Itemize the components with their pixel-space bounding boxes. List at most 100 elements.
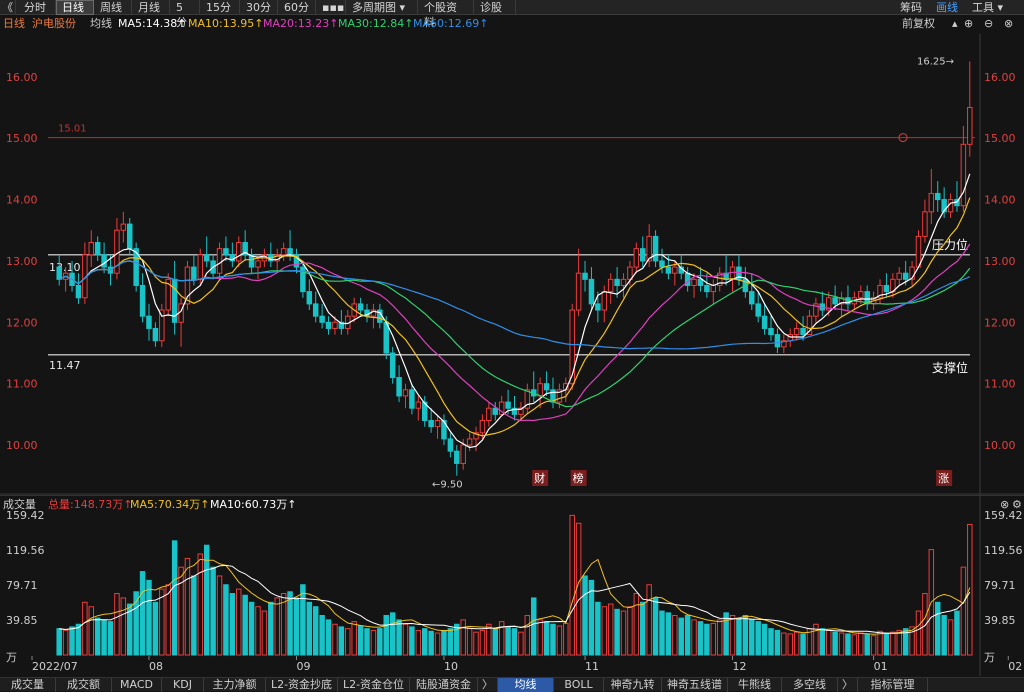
indicator-tab-5[interactable]: L2-资金抄底 [266, 678, 338, 692]
indicator-tab-4[interactable]: 主力净额 [204, 678, 266, 692]
candle-body [82, 254, 88, 299]
candle-body [710, 284, 717, 293]
candle-body [870, 297, 877, 305]
period-button-6[interactable]: 30分 [240, 0, 278, 15]
x-tick-label: 2022/07 [32, 660, 78, 673]
volume-bar [389, 612, 396, 656]
volume-bar [749, 619, 755, 656]
back-icon[interactable]: 《 [0, 0, 16, 15]
volume-bar [742, 614, 749, 656]
indicator-tab-6[interactable]: L2-资金仓位 [338, 678, 410, 692]
period-button-9[interactable]: 多周期图 ▾ [346, 0, 418, 15]
period-button-3[interactable]: 月线 [132, 0, 170, 15]
period-button-5[interactable]: 15分 [200, 0, 240, 15]
candle-body [300, 266, 306, 293]
volume-tick-left: 39.85 [6, 614, 38, 627]
candle-body [915, 235, 922, 268]
candle-body [325, 321, 332, 329]
close-volume-icon[interactable]: ⊗ [1000, 496, 1009, 514]
indicator-tab-15[interactable]: 〉 [838, 678, 858, 692]
volume-bar [280, 593, 287, 656]
candle-body [114, 229, 120, 274]
candle-body [332, 321, 338, 329]
volume-title[interactable]: 成交量 [3, 496, 36, 514]
indicator-tab-3[interactable]: KDJ [162, 678, 204, 692]
stock-name[interactable]: 沪电股份 [32, 16, 76, 32]
candle-body [954, 199, 960, 207]
period-toolbar: 《分时 日线 周线 月线 5分 15分 30分 60分 ▪▪▪ 多周期图 ▾ 个股资料 诊股 筹码 画线工… [0, 0, 1024, 29]
indicator-tab-0[interactable]: 成交量 [0, 678, 56, 692]
y-tick-left: 16.00 [6, 71, 38, 84]
volume-bar [819, 628, 826, 656]
event-marker-bg [936, 470, 953, 486]
candle-body [659, 260, 665, 268]
indicator-tab-9[interactable]: 均线 [498, 678, 554, 692]
settings-icon[interactable]: ⚙ [1012, 496, 1022, 514]
ma-label[interactable]: 均线 [90, 16, 112, 32]
zoom-in-icon[interactable]: ⊕ [964, 16, 973, 32]
candle-body [280, 248, 287, 256]
period-button-8[interactable]: ▪▪▪ [316, 0, 346, 15]
support-price: 11.47 [49, 359, 81, 372]
indicator-tab-7[interactable]: 陆股通资金 [410, 678, 478, 692]
candle-body [184, 266, 191, 305]
period-button-2[interactable]: 周线 [94, 0, 132, 15]
y-tick-right: 13.00 [984, 255, 1016, 268]
volume-bar [915, 610, 922, 656]
period-button-7[interactable]: 60分 [278, 0, 316, 15]
zoom-out-icon[interactable]: ⊖ [984, 16, 993, 32]
indicator-tab-2[interactable]: MACD [112, 678, 162, 692]
indicator-tab-14[interactable]: 多空线 [782, 678, 838, 692]
x-tick-label: 01 [874, 660, 888, 673]
volume-ma10-line [59, 564, 971, 634]
period-button-10[interactable]: 个股资料 [418, 0, 474, 29]
volume-bar [460, 619, 466, 656]
volume-bar [825, 629, 832, 656]
period-button-1[interactable]: 日线 [56, 0, 94, 15]
candle-body [569, 309, 575, 385]
y-tick-left: 11.00 [6, 378, 38, 391]
candle-body [345, 315, 351, 329]
volume-bar [569, 514, 575, 656]
volume-bar [178, 566, 184, 656]
candle-body [377, 309, 383, 323]
candle-body [139, 284, 146, 317]
ma10-line [58, 197, 971, 437]
volume-bar [325, 619, 332, 656]
indicator-tab-10[interactable]: BOLL [554, 678, 604, 692]
volume-bar [543, 621, 550, 656]
volume-bar [934, 601, 941, 656]
period-button-11[interactable]: 诊股 [474, 0, 516, 15]
volume-bar [729, 614, 736, 656]
candle-body [255, 260, 261, 268]
indicator-tab-13[interactable]: 牛熊线 [728, 678, 782, 692]
up-arrow-icon[interactable]: ▴ [952, 16, 958, 32]
indicator-tab-11[interactable]: 神奇九转 [604, 678, 662, 692]
period-button-0[interactable]: 分时 [18, 0, 56, 15]
indicator-tab-12[interactable]: 神奇五线谱 [662, 678, 728, 692]
toolbar-right-2[interactable]: 工具 ▾ [972, 0, 1003, 15]
candle-body [511, 407, 518, 415]
volume-bar [537, 619, 543, 656]
adjust-mode[interactable]: 前复权 [902, 16, 935, 32]
candle-body [678, 266, 684, 274]
volume-bar [82, 601, 88, 656]
indicator-tab-8[interactable]: 〉 [478, 678, 498, 692]
indicator-tab-1[interactable]: 成交额 [56, 678, 112, 692]
volume-bar [486, 623, 492, 656]
volume-bar [101, 619, 107, 656]
toolbar-right-1[interactable]: 画线 [936, 0, 958, 15]
candle-body [197, 254, 204, 280]
indicator-tab-16[interactable]: 指标管理 [858, 678, 928, 692]
volume-bar [697, 621, 704, 656]
candle-body [421, 401, 428, 421]
period-button-4[interactable]: 5分 [170, 0, 200, 29]
toolbar-right-0[interactable]: 筹码 [900, 0, 922, 15]
close-icon[interactable]: ⊗ [1004, 16, 1013, 32]
candle-body [883, 284, 890, 293]
candle-body [492, 407, 499, 415]
candle-body [466, 438, 473, 446]
candle-body [357, 303, 364, 311]
candle-body [684, 272, 691, 286]
volume-bar [550, 623, 556, 656]
